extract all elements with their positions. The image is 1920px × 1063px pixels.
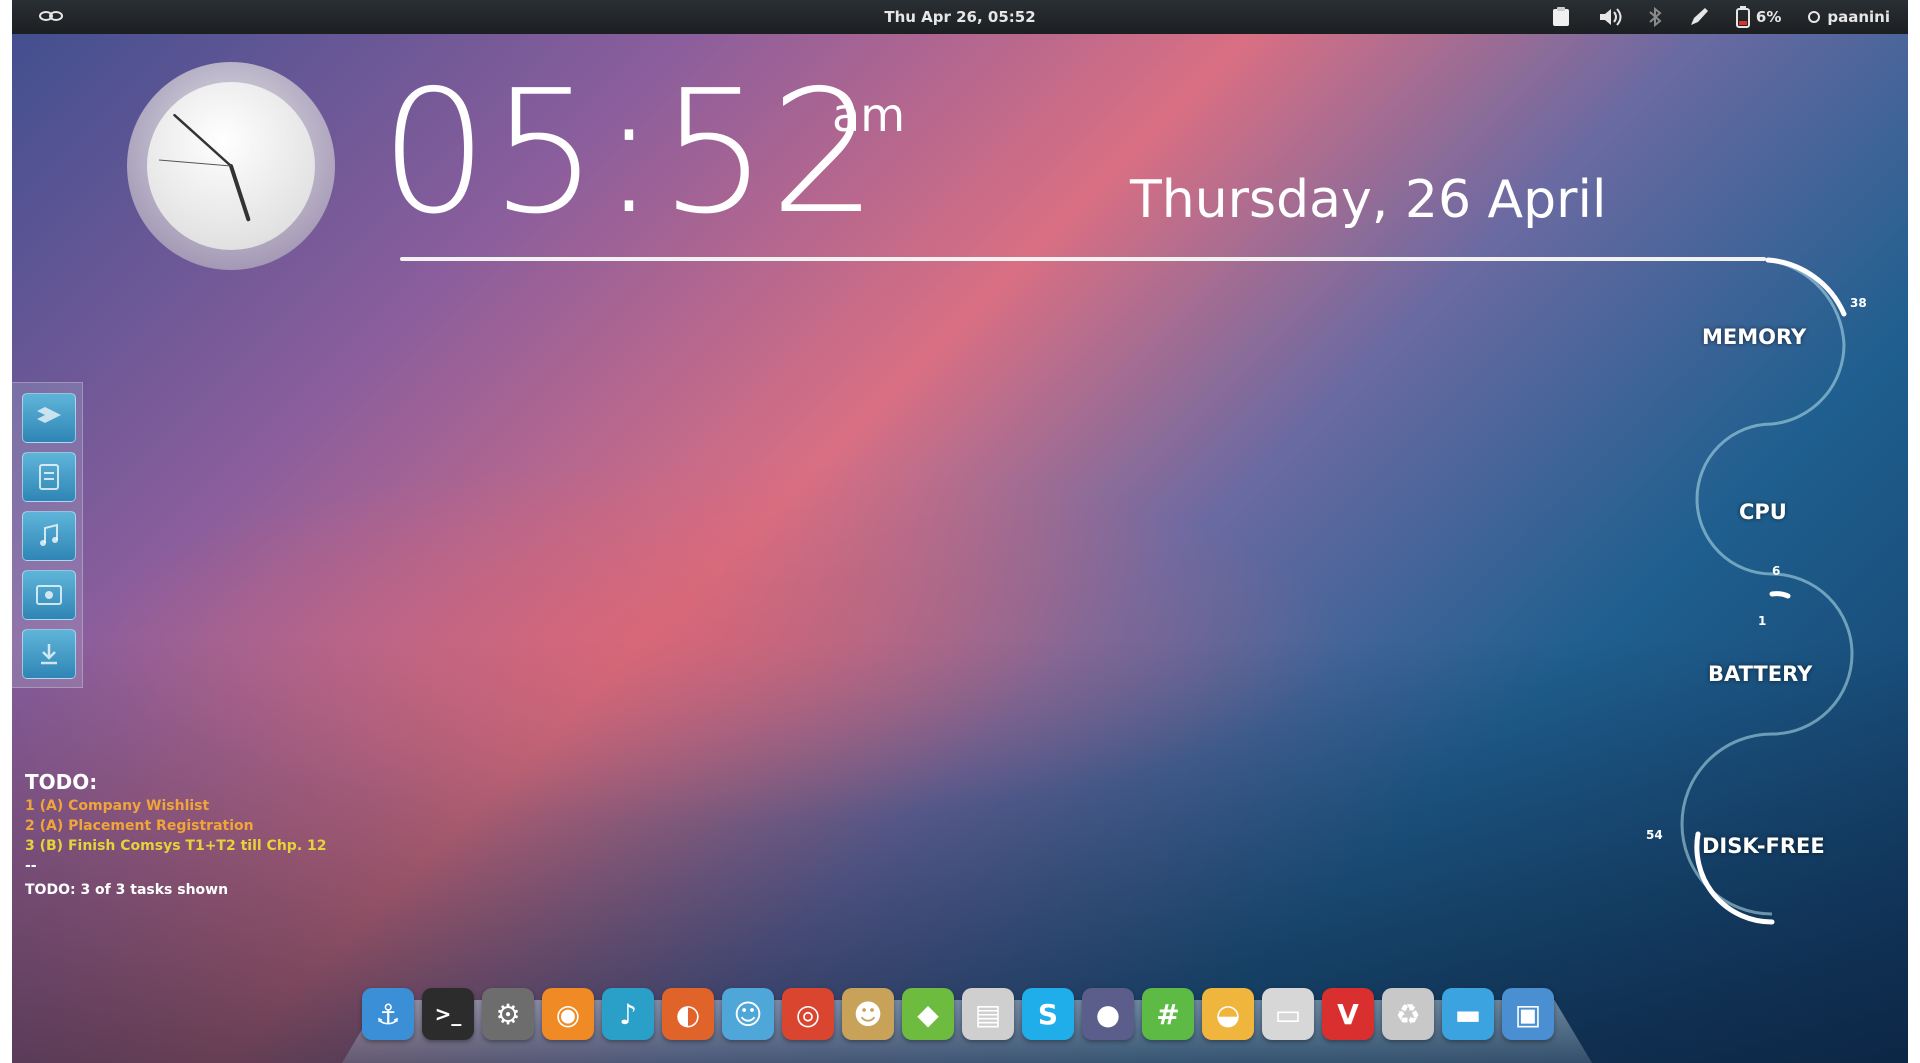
battery-label: BATTERY (1708, 662, 1813, 686)
todo-footer: TODO: 3 of 3 tasks shown (25, 882, 229, 898)
drive-icon[interactable]: ▭ (1262, 988, 1314, 1040)
cpu-value: 6 (1772, 564, 1781, 578)
remote-desktop-icon[interactable]: ▣ (1502, 988, 1554, 1040)
documents-folder-icon[interactable] (22, 452, 76, 502)
todo-item: 3 (B) Finish Comsys T1+T2 till Chp. 12 (25, 838, 327, 854)
memory-value: 38 (1850, 296, 1867, 310)
chrome-icon[interactable]: ◎ (782, 988, 834, 1040)
digital-time: 05:52 (380, 54, 880, 252)
panel-datetime[interactable]: Thu Apr 26, 05:52 (884, 8, 1035, 26)
battery-icon (1735, 6, 1750, 28)
analog-clock (125, 60, 337, 272)
todo-separator: -- (25, 858, 37, 874)
feedly-icon[interactable]: ◆ (902, 988, 954, 1040)
firefox-icon[interactable]: ◐ (662, 988, 714, 1040)
todo-widget: TODO: 1 (A) Company Wishlist 2 (A) Place… (25, 772, 327, 900)
username: paanini (1827, 8, 1890, 26)
top-panel: Thu Apr 26, 05:52 6% paanini (12, 0, 1908, 34)
session-indicator-icon[interactable] (38, 7, 64, 29)
clipboard-icon[interactable] (1550, 6, 1572, 28)
store-basket-icon[interactable]: ◒ (1202, 988, 1254, 1040)
music-folder-icon[interactable] (22, 511, 76, 561)
todo-item: 1 (A) Company Wishlist (25, 798, 210, 814)
memory-label: MEMORY (1702, 325, 1807, 349)
user-menu[interactable]: paanini (1807, 6, 1890, 28)
cpu-label: CPU (1739, 500, 1787, 524)
pen-icon[interactable] (1688, 6, 1710, 28)
volume-icon[interactable] (1598, 6, 1622, 28)
downloads-folder-icon[interactable] (22, 629, 76, 679)
rss-reader-icon[interactable]: ◉ (542, 988, 594, 1040)
widget-divider (400, 257, 1766, 261)
system-monitor-icon[interactable]: ● (1082, 988, 1134, 1040)
user-status-icon (1808, 11, 1821, 23)
trash-icon[interactable]: ♻ (1382, 988, 1434, 1040)
dock: ⚓ >_ ⚙ ◉ ♪ ◐ ☺ ◎ ☻ ◆ ▤ S ● # ◒ ▭ V ♻ ▬ ▣ (362, 988, 1554, 1040)
time-ampm: am (832, 88, 905, 142)
desktop: Thu Apr 26, 05:52 6% paanini 05:52 am Th… (12, 0, 1908, 1063)
disk-free-value: 54 (1646, 828, 1663, 842)
music-player-icon[interactable]: ♪ (602, 988, 654, 1040)
pictures-folder-icon[interactable] (22, 570, 76, 620)
v-app-icon[interactable]: V (1322, 988, 1374, 1040)
bluetooth-icon[interactable] (1648, 6, 1662, 28)
battery-indicator[interactable]: 6% (1735, 6, 1782, 28)
video-editor-icon[interactable]: ▤ (962, 988, 1014, 1040)
dropbox-folder-icon[interactable] (22, 393, 76, 443)
system-tray: 6% paanini (1550, 6, 1890, 28)
todo-item: 2 (A) Placement Registration (25, 818, 254, 834)
terminal-icon[interactable]: >_ (422, 988, 474, 1040)
battery-percent: 6% (1755, 8, 1782, 26)
battery-value: 1 (1758, 614, 1767, 628)
long-date: Thursday, 26 April (1130, 170, 1607, 230)
todo-title: TODO: (25, 770, 98, 794)
android-sdk-icon[interactable]: ☺ (722, 988, 774, 1040)
disk-free-label: DISK-FREE (1702, 834, 1825, 858)
anchor-icon[interactable]: ⚓ (362, 988, 414, 1040)
folder-shelf (12, 382, 83, 688)
hashtag-app-icon[interactable]: # (1142, 988, 1194, 1040)
settings-app-icon[interactable]: ⚙ (482, 988, 534, 1040)
files-icon[interactable]: ▬ (1442, 988, 1494, 1040)
skype-icon[interactable]: S (1022, 988, 1074, 1040)
pidgin-icon[interactable]: ☻ (842, 988, 894, 1040)
